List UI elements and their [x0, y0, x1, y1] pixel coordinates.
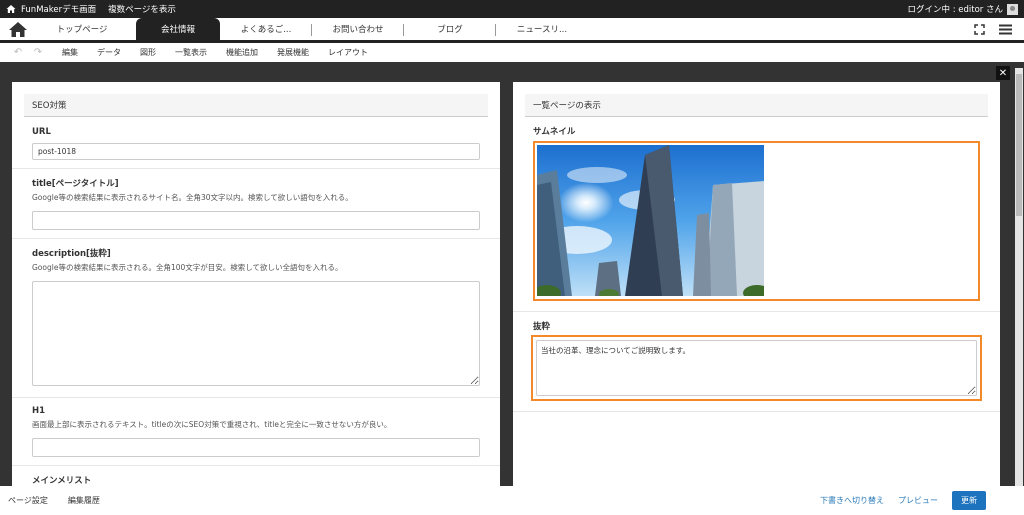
tab-company-info[interactable]: 会社情報 — [136, 18, 220, 40]
page-tab-bar: トップページ 会社情報 よくあるご... お問い合わせ ブログ ニュースリ... — [0, 18, 1024, 43]
thumbnail-field-group: サムネイル — [513, 117, 1000, 312]
toolbar-edit[interactable]: 編集 — [62, 47, 78, 58]
avatar[interactable] — [1007, 3, 1018, 15]
excerpt-field-group: 抜粋 当社の沿革、理念についてご説明致します。 — [513, 312, 1000, 412]
description-textarea[interactable] — [32, 281, 480, 386]
next-field-label: メインメリスト — [32, 476, 92, 486]
url-field-group: URL — [12, 117, 500, 169]
close-icon[interactable]: ✕ — [996, 66, 1010, 80]
fullscreen-icon[interactable] — [974, 23, 985, 35]
view-multiple-pages-link[interactable]: 複数ページを表示 — [108, 3, 176, 15]
top-bar: FunMakerデモ画面 複数ページを表示 ログイン中 : editor さん — [0, 0, 1024, 18]
title-help: Google等の検索結果に表示されるサイト名。全角30文字以内。検索して欲しい語… — [32, 193, 353, 202]
description-help: Google等の検索結果に表示される。全角100文字が目安。検索して欲しい全語句… — [32, 263, 343, 272]
home-icon[interactable] — [6, 4, 16, 14]
scrollbar-thumb[interactable] — [1016, 74, 1022, 216]
thumbnail-box[interactable] — [533, 141, 980, 301]
toolbar-shapes[interactable]: 図形 — [140, 47, 156, 58]
url-label: URL — [32, 127, 51, 137]
next-field-group: メインメリスト — [12, 466, 500, 486]
excerpt-label: 抜粋 — [533, 322, 551, 332]
title-label: title[ページタイトル] — [32, 179, 119, 189]
home-button[interactable] — [0, 18, 36, 40]
toolbar-advanced[interactable]: 発展機能 — [277, 47, 309, 58]
list-display-panel-title: 一覧ページの表示 — [525, 94, 988, 117]
edit-history-link[interactable]: 編集履歴 — [68, 495, 100, 506]
home-icon — [9, 21, 27, 37]
undo-icon[interactable]: ↶ — [8, 47, 28, 58]
editor-toolbar: ↶ ↷ 編集 データ 図形 一覧表示 機能追加 発展機能 レイアウト — [0, 43, 1024, 62]
h1-label: H1 — [32, 406, 46, 416]
url-input[interactable] — [32, 143, 480, 160]
scrollbar[interactable] — [1015, 68, 1023, 486]
update-button[interactable]: 更新 — [952, 491, 986, 510]
title-input[interactable] — [32, 211, 480, 230]
thumbnail-image[interactable] — [533, 145, 771, 301]
tab-blog[interactable]: ブログ — [404, 18, 496, 40]
switch-to-draft-link[interactable]: 下書きへ切り替え — [820, 495, 884, 506]
settings-overlay: ✕ SEO対策 URL title[ページタイトル] Google等の検索結果に… — [0, 62, 1024, 486]
title-field-group: title[ページタイトル] Google等の検索結果に表示されるサイト名。全角… — [12, 169, 500, 239]
description-label: description[抜粋] — [32, 249, 111, 259]
toolbar-list-view[interactable]: 一覧表示 — [175, 47, 207, 58]
description-field-group: description[抜粋] Google等の検索結果に表示される。全角100… — [12, 239, 500, 398]
toolbar-data[interactable]: データ — [97, 47, 121, 58]
toolbar-layout[interactable]: レイアウト — [328, 47, 368, 58]
tab-contact[interactable]: お問い合わせ — [312, 18, 404, 40]
seo-panel-title: SEO対策 — [24, 94, 488, 117]
preview-link[interactable]: プレビュー — [898, 495, 938, 506]
excerpt-textarea[interactable]: 当社の沿革、理念についてご説明致します。 — [536, 340, 977, 396]
page-settings-link[interactable]: ページ設定 — [8, 495, 48, 506]
tab-top-page[interactable]: トップページ — [36, 18, 128, 40]
tab-faq[interactable]: よくあるご... — [220, 18, 312, 40]
toolbar-add-feature[interactable]: 機能追加 — [226, 47, 258, 58]
login-status: ログイン中 : editor さん — [907, 5, 1004, 15]
menu-icon[interactable] — [999, 24, 1012, 35]
h1-field-group: H1 画面最上部に表示されるテキスト。titleの次にSEO対策で重視され、ti… — [12, 398, 500, 466]
site-name[interactable]: FunMakerデモ画面 — [21, 3, 96, 15]
list-display-panel: 一覧ページの表示 サムネイル 抜粋 当社の沿革、理念についてご説明致します。 — [513, 82, 1000, 486]
h1-input[interactable] — [32, 438, 480, 457]
thumbnail-label: サムネイル — [533, 127, 576, 137]
seo-panel: SEO対策 URL title[ページタイトル] Google等の検索結果に表示… — [12, 82, 500, 486]
h1-help: 画面最上部に表示されるテキスト。titleの次にSEO対策で重視され、title… — [32, 420, 392, 429]
redo-icon[interactable]: ↷ — [28, 47, 48, 58]
bottom-bar: ページ設定 編集履歴 下書きへ切り替え プレビュー 更新 — [0, 486, 1024, 515]
tab-news[interactable]: ニュースリ... — [496, 18, 588, 40]
excerpt-box: 当社の沿革、理念についてご説明致します。 — [531, 335, 982, 401]
